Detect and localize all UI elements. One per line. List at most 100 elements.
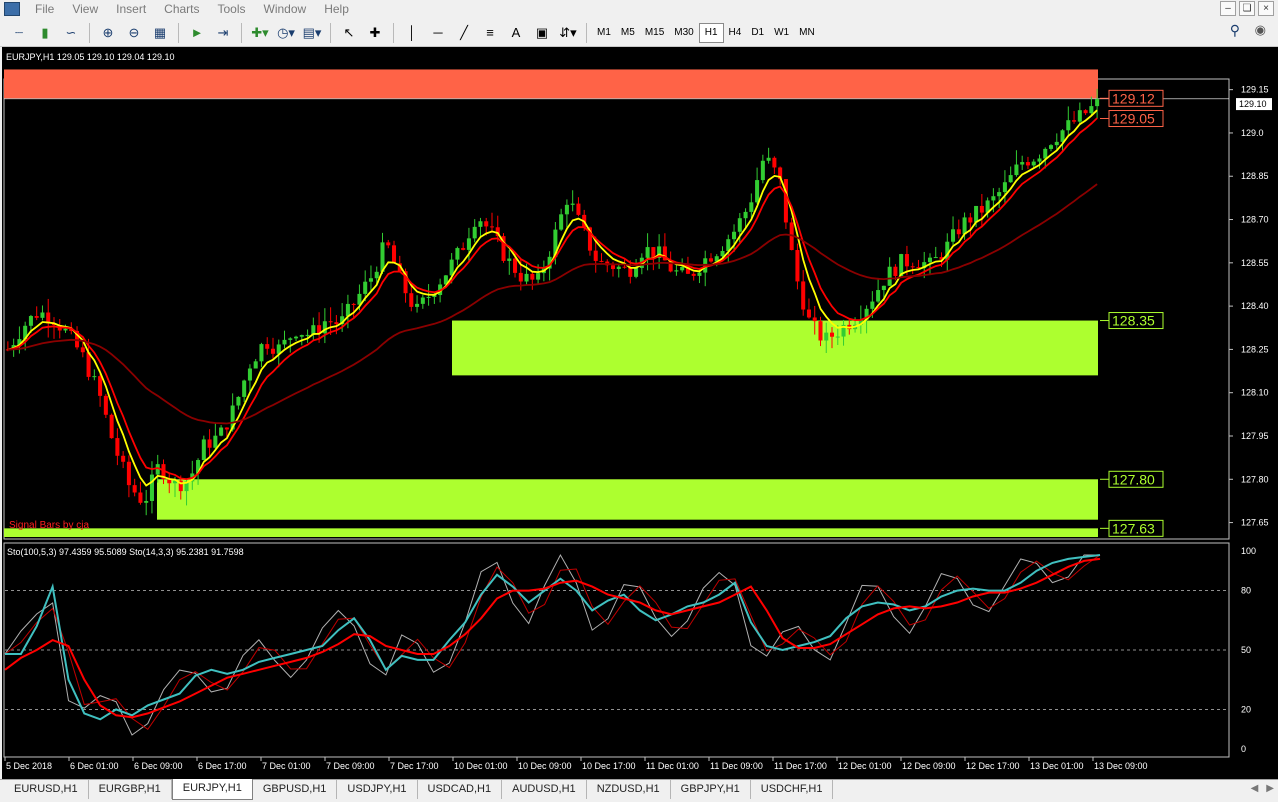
indicator-tick-label: 80 xyxy=(1241,586,1251,596)
candle-body xyxy=(478,221,483,227)
menu-window[interactable]: Window xyxy=(255,0,316,18)
candle-body xyxy=(1048,145,1054,149)
candlestick-icon[interactable]: ▮ xyxy=(34,22,56,44)
price-tick-label: 128.70 xyxy=(1241,215,1269,225)
tab-gbpjpy[interactable]: GBPJPY,H1 xyxy=(671,780,751,799)
candle-body xyxy=(772,157,777,168)
level-label: 127.63 xyxy=(1112,520,1155,536)
candle-body xyxy=(513,258,518,273)
candle-body xyxy=(974,205,979,223)
line-chart-icon[interactable]: ∽ xyxy=(60,22,82,44)
tab-audusd[interactable]: AUDUSD,H1 xyxy=(502,780,587,799)
tile-windows-icon[interactable]: ▦ xyxy=(149,22,171,44)
community-icon[interactable]: ◉ xyxy=(1255,22,1266,38)
candle-body xyxy=(409,293,414,307)
tab-usdchf[interactable]: USDCHF,H1 xyxy=(751,780,834,799)
candle-body xyxy=(368,278,373,282)
restore-icon[interactable]: ❏ xyxy=(1239,1,1255,16)
tab-usdjpy[interactable]: USDJPY,H1 xyxy=(337,780,418,799)
candle-body xyxy=(743,211,748,219)
text-label-icon[interactable]: ▣ xyxy=(531,22,553,44)
periods-icon[interactable]: ◷▾ xyxy=(275,22,297,44)
timeframe-h4[interactable]: H4 xyxy=(724,23,747,43)
tab-scroll-left-icon[interactable]: ◀ xyxy=(1251,783,1259,794)
bar-chart-icon[interactable]: ┈ xyxy=(8,22,30,44)
tab-usdcad[interactable]: USDCAD,H1 xyxy=(418,780,503,799)
time-tick-label: 7 Dec 09:00 xyxy=(326,761,375,771)
timeframe-h1[interactable]: H1 xyxy=(698,22,724,43)
candle-body xyxy=(34,316,39,318)
candle-body xyxy=(126,461,131,486)
level-label: 128.35 xyxy=(1112,313,1155,329)
candle-body xyxy=(1077,110,1082,122)
tab-nzdusd[interactable]: NZDUSD,H1 xyxy=(587,780,671,799)
indicators-icon[interactable]: ✚▾ xyxy=(249,22,271,44)
fibonacci-icon[interactable]: ≡ xyxy=(479,22,501,44)
candle-body xyxy=(732,231,737,240)
cursor-icon[interactable]: ↖ xyxy=(338,22,360,44)
chart-window[interactable]: 129.12 129.05 128.35 127.80 127.63 129.15 129… xyxy=(2,47,1278,779)
chart-shift-icon[interactable]: ⇥ xyxy=(212,22,234,44)
price-tick-label: 127.65 xyxy=(1241,518,1269,528)
vertical-line-icon[interactable]: │ xyxy=(401,22,423,44)
timeframe-m1[interactable]: M1 xyxy=(592,23,616,43)
time-tick-label: 12 Dec 01:00 xyxy=(838,761,892,771)
crosshair-icon[interactable]: ✚ xyxy=(364,22,386,44)
tab-eurjpy[interactable]: EURJPY,H1 xyxy=(171,779,253,800)
candle-body xyxy=(536,273,541,280)
candle-body xyxy=(818,321,823,341)
candle-body xyxy=(288,338,293,340)
menu-help[interactable]: Help xyxy=(315,0,358,18)
candle-body xyxy=(507,258,512,261)
timeframe-mn[interactable]: MN xyxy=(794,23,820,43)
tab-gbpusd[interactable]: GBPUSD,H1 xyxy=(253,780,338,799)
chart-canvas[interactable]: 129.12129.05128.35127.80127.63 129.15129… xyxy=(2,47,1278,779)
indicator-tick-label: 0 xyxy=(1241,744,1246,754)
zoom-in-icon[interactable]: ⊕ xyxy=(97,22,119,44)
candle-body xyxy=(720,250,725,257)
zoom-out-icon[interactable]: ⊖ xyxy=(123,22,145,44)
candle-body xyxy=(904,254,909,267)
candle-body xyxy=(645,247,650,258)
candle-body xyxy=(634,267,639,277)
close-icon[interactable]: × xyxy=(1258,1,1274,16)
candle-body xyxy=(1083,110,1088,114)
timeframe-m30[interactable]: M30 xyxy=(669,23,698,43)
autoscroll-icon[interactable]: ► xyxy=(186,22,208,44)
candle-body xyxy=(1054,141,1059,146)
tab-eurgbp[interactable]: EURGBP,H1 xyxy=(89,780,172,799)
menu-tools[interactable]: Tools xyxy=(209,0,255,18)
timeframe-m15[interactable]: M15 xyxy=(640,23,669,43)
price-tick-label: 127.80 xyxy=(1241,474,1269,484)
timeframe-w1[interactable]: W1 xyxy=(769,23,794,43)
templates-icon[interactable]: ▤▾ xyxy=(301,22,323,44)
menu-file[interactable]: File xyxy=(26,0,63,18)
timeframe-m5[interactable]: M5 xyxy=(616,23,640,43)
minimize-icon[interactable]: – xyxy=(1220,1,1236,16)
search-icon[interactable]: ⚲ xyxy=(1230,22,1240,39)
candle-body xyxy=(749,202,754,212)
trendline-icon[interactable]: ╱ xyxy=(453,22,475,44)
tab-eurusd[interactable]: EURUSD,H1 xyxy=(4,780,89,799)
indicator-label: Sto(100,5,3) 97.4359 95.5089 Sto(14,3,3)… xyxy=(7,547,244,557)
time-tick-label: 6 Dec 01:00 xyxy=(70,761,119,771)
candle-body xyxy=(680,267,685,271)
candle-body xyxy=(760,160,765,181)
candle-body xyxy=(253,361,258,369)
menu-charts[interactable]: Charts xyxy=(155,0,208,18)
candle-body xyxy=(144,500,149,503)
candle-body xyxy=(887,266,892,286)
candle-body xyxy=(812,317,817,322)
menu-insert[interactable]: Insert xyxy=(107,0,155,18)
timeframe-d1[interactable]: D1 xyxy=(746,23,769,43)
arrows-icon[interactable]: ⇵▾ xyxy=(557,22,579,44)
candle-body xyxy=(737,218,742,232)
zones-layer xyxy=(4,69,1229,537)
menu-view[interactable]: View xyxy=(63,0,107,18)
candle-body xyxy=(616,266,621,270)
candle-body xyxy=(708,258,714,262)
tab-scroll-right-icon[interactable]: ▶ xyxy=(1266,783,1274,794)
horizontal-line-icon[interactable]: ─ xyxy=(427,22,449,44)
candle-body xyxy=(201,439,206,461)
text-icon[interactable]: A xyxy=(505,22,527,44)
